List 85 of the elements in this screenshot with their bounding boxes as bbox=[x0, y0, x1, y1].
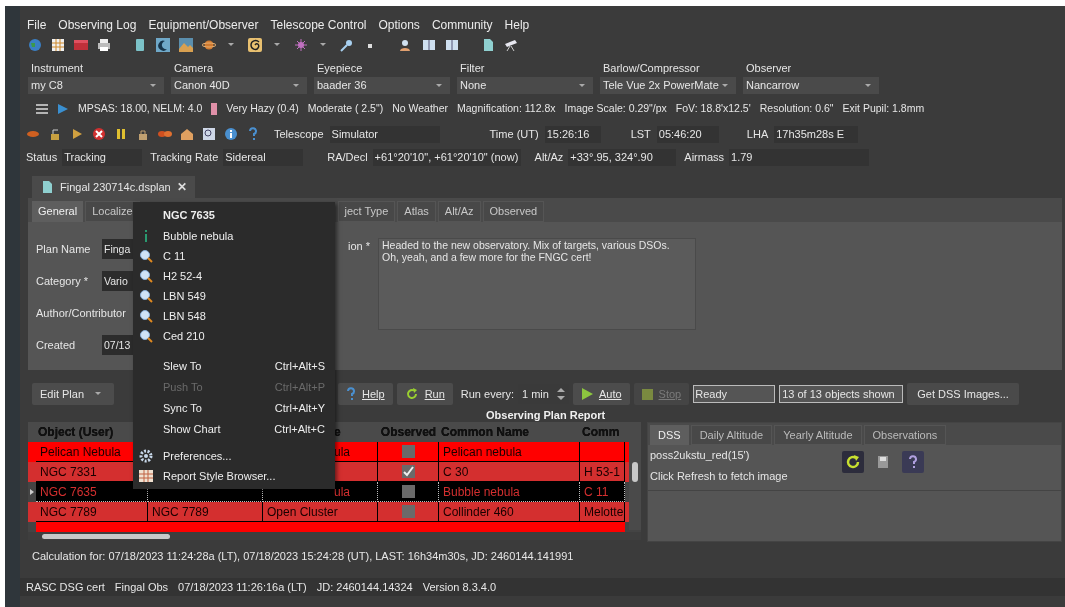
table-cell-text: Pelican Nebula bbox=[40, 443, 121, 461]
menu-item-label: Sync To bbox=[163, 401, 203, 417]
field-value: +33°.95, 324°.90 bbox=[568, 148, 677, 166]
hint-text: Click Refresh to fetch image bbox=[650, 468, 788, 484]
field-label: Alt/Az bbox=[534, 149, 564, 165]
field-label: LHA bbox=[746, 126, 769, 142]
condition-text: Moderate ( 2.5") bbox=[307, 101, 384, 117]
field-label: Eyepiece bbox=[316, 61, 364, 73]
field-value: Simulator bbox=[329, 125, 440, 143]
field-value: Sidereal bbox=[223, 148, 304, 166]
field-label: Time (UT) bbox=[489, 126, 539, 142]
menu-item-label: Push To bbox=[163, 380, 204, 396]
condition-text: Exit Pupil: 1.8mm bbox=[842, 101, 925, 117]
report-title: Observing Plan Report bbox=[486, 408, 606, 422]
field-label: LST bbox=[630, 126, 651, 142]
field-label: ion * bbox=[348, 239, 371, 254]
dropdown-value: None bbox=[460, 78, 487, 94]
status-text: Fingal Obs bbox=[114, 579, 169, 595]
field-label: Category * bbox=[36, 273, 89, 289]
dropdown-value: Canon 40D bbox=[174, 78, 230, 94]
shortcut-text: Ctrl+Alt+S bbox=[274, 359, 325, 375]
status-text: 07/18/2023 11:26:16a (LT) bbox=[178, 579, 307, 595]
table-cell-text: NGC 7635 bbox=[40, 483, 97, 501]
field-label: Run every: bbox=[460, 386, 514, 402]
table-cell-text: ula bbox=[334, 483, 350, 501]
table-cell-text: Pelican nebula bbox=[443, 443, 522, 461]
field-label: RA/Decl bbox=[327, 149, 368, 165]
shortcut-text: Ctrl+Alt+P bbox=[274, 380, 325, 396]
table-cell-text: NGC 7331 bbox=[40, 463, 97, 481]
condition-text: Image Scale: 0.29"/px bbox=[564, 101, 667, 117]
field-label: Author/Contributor bbox=[36, 305, 126, 321]
condition-text: Magnification: 112.8x bbox=[457, 101, 556, 117]
calculation-text: Calculation for: 07/18/2023 11:24:28a (LT), 07/18/2023 15:24:28 (UT), LAST: 16h34m30s, JD: 2460144.141991 bbox=[31, 549, 575, 564]
survey-name: poss2ukstu_red(15') bbox=[650, 448, 751, 463]
condition-text: Very Hazy (0.4) bbox=[226, 101, 299, 117]
field-value: +61°20'10", +61°20'10" (now) bbox=[372, 148, 521, 166]
field-label: Airmass bbox=[684, 149, 725, 165]
shortcut-text: Ctrl+Alt+Y bbox=[274, 401, 325, 417]
status-text: JD: 2460144.14324 bbox=[316, 579, 413, 595]
table-cell-text: Collinder 460 bbox=[443, 503, 514, 521]
menu-item-label: Slew To bbox=[163, 359, 203, 375]
spinner-value: 1 min bbox=[522, 386, 549, 402]
status-text: Version 8.3.4.0 bbox=[422, 579, 497, 595]
field-value: 15:26:16 bbox=[544, 125, 601, 143]
status-text: RASC DSG cert bbox=[26, 579, 105, 595]
table-cell-text: Open Cluster bbox=[267, 503, 338, 521]
button-label: Run bbox=[424, 386, 445, 402]
shortcut-text: Ctrl+Alt+C bbox=[274, 422, 325, 438]
field-label: Status bbox=[26, 149, 58, 165]
table-cell-text: Bubble nebula bbox=[443, 483, 520, 501]
field-value: 17h35m28s E bbox=[774, 125, 859, 143]
field-label: Plan Name bbox=[36, 241, 92, 257]
objects-count-field: 13 of 13 objects shown bbox=[779, 385, 904, 403]
menu-item-label: Show Chart bbox=[163, 422, 222, 438]
field-value: 05:46:20 bbox=[656, 125, 719, 143]
condition-text: Resolution: 0.6" bbox=[759, 101, 834, 117]
condition-text: FoV: 18.8'x12.5' bbox=[675, 101, 751, 117]
table-cell-text: NGC 7789 bbox=[152, 503, 209, 521]
dropdown-value: Nancarrow bbox=[746, 78, 800, 94]
field-label: Filter bbox=[459, 61, 486, 73]
button-label: Help bbox=[362, 386, 385, 402]
field-label: Observer bbox=[745, 61, 793, 73]
field-label: Barlow/Compressor bbox=[602, 61, 701, 73]
dropdown-value: my C8 bbox=[31, 78, 63, 94]
button-label: Edit Plan bbox=[40, 386, 85, 402]
field-label: Created bbox=[36, 337, 77, 353]
table-cell-text: C 11 bbox=[584, 483, 609, 501]
field-label: Tracking Rate bbox=[150, 149, 219, 165]
table-cell-text: H 53-1 bbox=[584, 463, 621, 481]
field-value: 1.79 bbox=[729, 148, 870, 166]
field-value: Tracking bbox=[62, 148, 143, 166]
dropdown-value: Tele Vue 2x PowerMate bbox=[603, 78, 719, 94]
field-label: Telescope bbox=[274, 126, 324, 142]
tab-title: Fingal 230714c.dsplan bbox=[60, 179, 171, 195]
button-label: Auto bbox=[598, 386, 622, 402]
dropdown-value: baader 36 bbox=[317, 78, 367, 94]
table-cell-text: ula bbox=[334, 443, 350, 461]
table-cell-text: NGC 7789 bbox=[40, 503, 97, 521]
condition-text: MPSAS: 18.00, NELM: 4.0 bbox=[78, 101, 203, 117]
table-cell-text: C 30 bbox=[443, 463, 469, 481]
status-field: Ready bbox=[693, 385, 776, 403]
table-cell-text: Melotte bbox=[584, 503, 624, 521]
field-label: Camera bbox=[173, 61, 215, 73]
condition-text: No Weather bbox=[392, 101, 449, 117]
field-label: Instrument bbox=[30, 61, 84, 73]
